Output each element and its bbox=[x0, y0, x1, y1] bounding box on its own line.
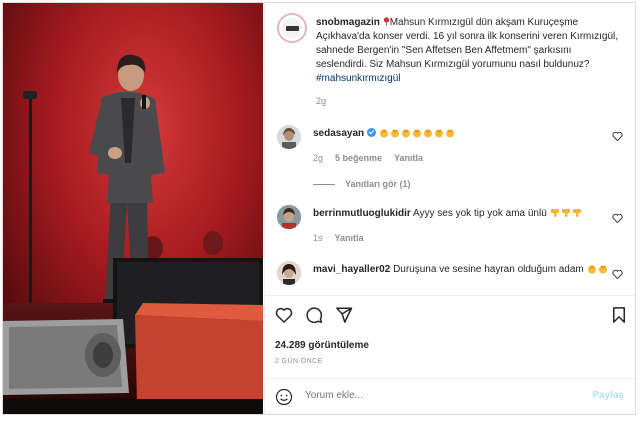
view-replies-button[interactable]: Yanıtları gör (1) bbox=[313, 179, 411, 189]
comment-meta: 2g 5 beğenme Yanıtla bbox=[313, 153, 423, 163]
comment-username[interactable]: sedasayan bbox=[313, 128, 364, 139]
mavi_hayaller02-avatar[interactable] bbox=[277, 261, 301, 285]
clapping-hands-emoji-row bbox=[379, 128, 456, 139]
thumbs-down-icon bbox=[550, 209, 559, 217]
save-bookmark-icon[interactable] bbox=[610, 306, 628, 324]
pushpin-icon bbox=[383, 17, 389, 26]
comment-username[interactable]: mavi_hayaller02 bbox=[313, 264, 390, 275]
comment-text: mavi_hayaller02 Duruşuna ve sesine hayra… bbox=[313, 263, 609, 277]
clapping-hands-icon bbox=[587, 265, 596, 274]
like-comment-heart-icon[interactable] bbox=[612, 131, 623, 141]
comment-meta: 1s Yanıtla bbox=[313, 233, 364, 243]
comment-text: sedasayan bbox=[313, 127, 609, 141]
avatar-photo bbox=[277, 205, 301, 229]
comment-username[interactable]: berrinmutluoglukidir bbox=[313, 208, 411, 219]
post-time: 2g bbox=[316, 96, 327, 106]
verified-badge-icon bbox=[366, 128, 376, 137]
replies-divider bbox=[313, 183, 335, 185]
comment-time: 1s bbox=[313, 233, 323, 243]
emoji-picker-icon[interactable] bbox=[275, 388, 293, 406]
avatar-photo bbox=[277, 125, 301, 149]
comment-body: Ayyy ses yok tip yok ama ünlü bbox=[413, 208, 547, 219]
share-paper-plane-icon[interactable] bbox=[335, 306, 353, 324]
post-details-pane: snobmagazin Mahsun Kırmızıgül dün akşam … bbox=[264, 3, 635, 414]
comment-input[interactable] bbox=[305, 390, 565, 401]
add-comment-form: Paylaş bbox=[265, 378, 635, 414]
thumbs-down-emoji-row bbox=[550, 208, 583, 219]
post-media-video[interactable] bbox=[3, 3, 263, 414]
clapping-hands-icon bbox=[412, 129, 421, 138]
clapping-hands-icon bbox=[598, 265, 607, 274]
view-count[interactable]: 24.289 görüntüleme bbox=[275, 340, 369, 351]
clapping-hands-icon bbox=[434, 129, 443, 138]
avatar-photo bbox=[277, 261, 301, 285]
caption-username[interactable]: snobmagazin bbox=[316, 17, 380, 28]
thumbs-down-icon bbox=[572, 209, 581, 217]
clapping-hands-icon bbox=[445, 129, 454, 138]
reply-button[interactable]: Yanıtla bbox=[335, 233, 364, 243]
instagram-post: snobmagazin Mahsun Kırmızıgül dün akşam … bbox=[2, 2, 636, 415]
comment-likes[interactable]: 5 beğenme bbox=[335, 153, 382, 163]
clapping-hands-icon bbox=[423, 129, 432, 138]
clapping-hands-icon bbox=[390, 129, 399, 138]
reply-button[interactable]: Yanıtla bbox=[394, 153, 423, 163]
post-comment-button[interactable]: Paylaş bbox=[592, 390, 624, 401]
caption-hashtag[interactable]: #mahsunkırmızıgül bbox=[316, 73, 400, 84]
like-comment-heart-icon[interactable] bbox=[612, 269, 623, 279]
snobmagazin-avatar[interactable] bbox=[277, 13, 307, 43]
comment-bubble-icon[interactable] bbox=[305, 306, 323, 324]
post-actions-section: 24.289 görüntüleme 2 GÜN ÖNCE Paylaş bbox=[265, 295, 635, 414]
clapping-hands-emoji-row bbox=[587, 264, 609, 275]
thumbs-down-icon bbox=[561, 209, 570, 217]
post-date: 2 GÜN ÖNCE bbox=[275, 358, 323, 365]
like-comment-heart-icon[interactable] bbox=[612, 213, 623, 223]
clapping-hands-icon bbox=[401, 129, 410, 138]
concert-photo bbox=[3, 3, 263, 414]
post-caption: snobmagazin Mahsun Kırmızıgül dün akşam … bbox=[316, 16, 622, 108]
sedasayan-avatar[interactable] bbox=[277, 125, 301, 149]
clapping-hands-icon bbox=[379, 129, 388, 138]
like-heart-icon[interactable] bbox=[275, 306, 293, 324]
comment-text: berrinmutluoglukidir Ayyy ses yok tip yo… bbox=[313, 207, 609, 221]
view-replies-label: Yanıtları gör (1) bbox=[345, 179, 411, 189]
comment-body: Duruşuna ve sesine hayran olduğum adam bbox=[393, 264, 584, 275]
berrinmutluoglukidir-avatar[interactable] bbox=[277, 205, 301, 229]
comment-time: 2g bbox=[313, 153, 324, 163]
